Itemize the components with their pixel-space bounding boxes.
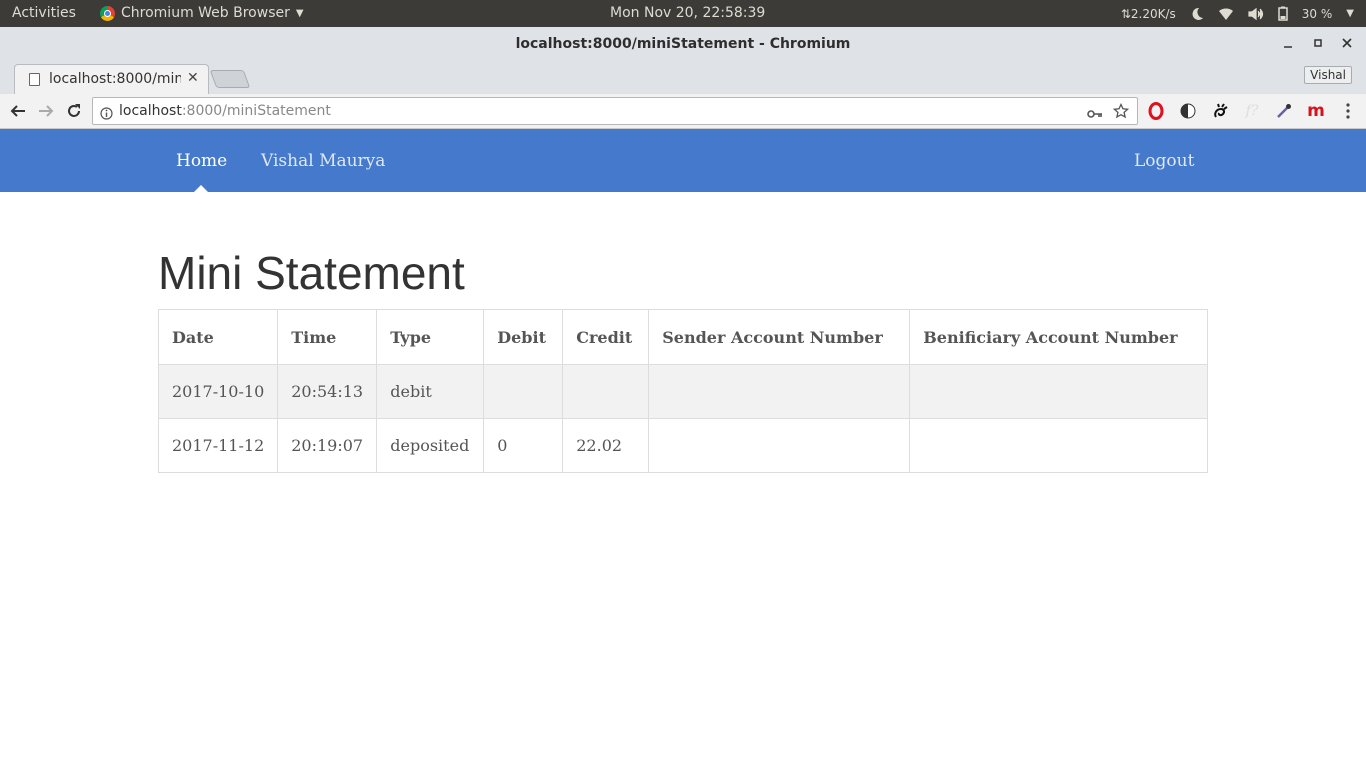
- activities-button[interactable]: Activities: [12, 5, 76, 21]
- battery-percent: 30 %: [1301, 6, 1333, 21]
- header-beneficiary-account: Benificiary Account Number: [909, 309, 1208, 365]
- cell-time: 20:19:07: [277, 418, 378, 473]
- page-title: Mini Statement: [158, 247, 465, 299]
- cell-sender-account: [648, 364, 911, 419]
- wifi-icon: [1218, 7, 1234, 21]
- key-icon[interactable]: [1087, 105, 1103, 124]
- url-path: :8000/miniStatement: [181, 103, 331, 119]
- gnome-icon[interactable]: [1210, 101, 1230, 121]
- cell-debit: 0: [483, 418, 564, 473]
- tab-title: localhost:8000/miniStatement: [49, 71, 181, 87]
- app-menu-label: Chromium Web Browser: [121, 5, 290, 21]
- address-bar[interactable]: localhost:8000/miniStatement: [92, 97, 1138, 125]
- header-type: Type: [376, 309, 485, 365]
- volume-icon: [1248, 7, 1264, 21]
- chevron-down-icon: ▼: [1346, 8, 1354, 19]
- header-sender-account: Sender Account Number: [648, 309, 911, 365]
- app-menu[interactable]: Chromium Web Browser ▼: [100, 5, 304, 21]
- header-date: Date: [157, 309, 279, 365]
- minimize-button[interactable]: [1278, 33, 1298, 53]
- chevron-down-icon: ▼: [295, 7, 304, 19]
- system-tray[interactable]: ⇅2.20K/s 30 % ▼: [1121, 0, 1366, 27]
- tab-ministatement[interactable]: localhost:8000/miniStatement ✕: [14, 64, 209, 94]
- cell-credit: 22.02: [562, 418, 650, 473]
- nav-home-link[interactable]: Home: [176, 151, 227, 171]
- header-debit: Debit: [483, 309, 564, 365]
- system-top-bar: Activities Chromium Web Browser ▼ Mon No…: [0, 0, 1366, 27]
- mini-statement-table: Date Time Type Debit Credit Sender Accou…: [157, 309, 1208, 473]
- reload-icon[interactable]: [63, 100, 85, 122]
- nav-user-link[interactable]: Vishal Maurya: [261, 151, 385, 171]
- formula-icon[interactable]: f?: [1242, 101, 1262, 121]
- battery-icon: [1278, 6, 1288, 21]
- mendeley-icon[interactable]: m: [1306, 101, 1326, 121]
- url-host: localhost: [119, 103, 182, 119]
- table-row: 2017-10-10 20:54:13 debit: [157, 364, 1208, 419]
- profile-button[interactable]: Vishal: [1304, 66, 1352, 84]
- cell-debit: [483, 364, 564, 419]
- table-row: 2017-11-12 20:19:07 deposited 0 22.02: [157, 418, 1208, 473]
- eyedropper-icon[interactable]: [1274, 101, 1294, 121]
- tab-strip: localhost:8000/miniStatement ✕ Vishal: [0, 62, 1366, 94]
- network-speed: ⇅2.20K/s: [1120, 6, 1176, 21]
- browser-toolbar: localhost:8000/miniStatement f? m: [0, 94, 1366, 129]
- header-credit: Credit: [562, 309, 650, 365]
- page-icon: [29, 73, 40, 86]
- new-tab-button[interactable]: [209, 70, 251, 88]
- chromium-icon: [100, 5, 115, 21]
- cell-type: deposited: [376, 418, 485, 473]
- cell-date: 2017-10-10: [157, 364, 279, 419]
- info-icon[interactable]: [100, 105, 113, 124]
- window-title: localhost:8000/miniStatement - Chromium: [515, 36, 851, 52]
- header-time: Time: [277, 309, 378, 365]
- app-navbar: Home Vishal Maurya Logout: [0, 129, 1366, 192]
- opera-icon[interactable]: [1146, 101, 1166, 121]
- back-icon[interactable]: [7, 100, 29, 122]
- maximize-button[interactable]: [1308, 33, 1328, 53]
- night-light-icon: [1190, 7, 1204, 21]
- cell-time: 20:54:13: [277, 364, 378, 419]
- cell-beneficiary-account: [909, 418, 1208, 473]
- url-text[interactable]: localhost:8000/miniStatement: [119, 103, 331, 119]
- table-header-row: Date Time Type Debit Credit Sender Accou…: [157, 309, 1208, 365]
- forward-icon[interactable]: [35, 100, 57, 122]
- active-indicator: [194, 185, 208, 192]
- cell-type: debit: [376, 364, 485, 419]
- bookmark-star-icon[interactable]: [1112, 102, 1130, 123]
- logout-link[interactable]: Logout: [1134, 151, 1194, 171]
- window-title-bar[interactable]: localhost:8000/miniStatement - Chromium: [0, 27, 1366, 62]
- cell-sender-account: [648, 418, 911, 473]
- cell-credit: [562, 364, 650, 419]
- contrast-icon[interactable]: [1178, 101, 1198, 121]
- cell-date: 2017-11-12: [157, 418, 279, 473]
- close-tab-icon[interactable]: ✕: [187, 70, 199, 86]
- close-window-button[interactable]: [1337, 33, 1357, 53]
- more-menu-icon[interactable]: [1338, 101, 1358, 121]
- clock[interactable]: Mon Nov 20, 22:58:39: [610, 5, 765, 21]
- cell-beneficiary-account: [909, 364, 1208, 419]
